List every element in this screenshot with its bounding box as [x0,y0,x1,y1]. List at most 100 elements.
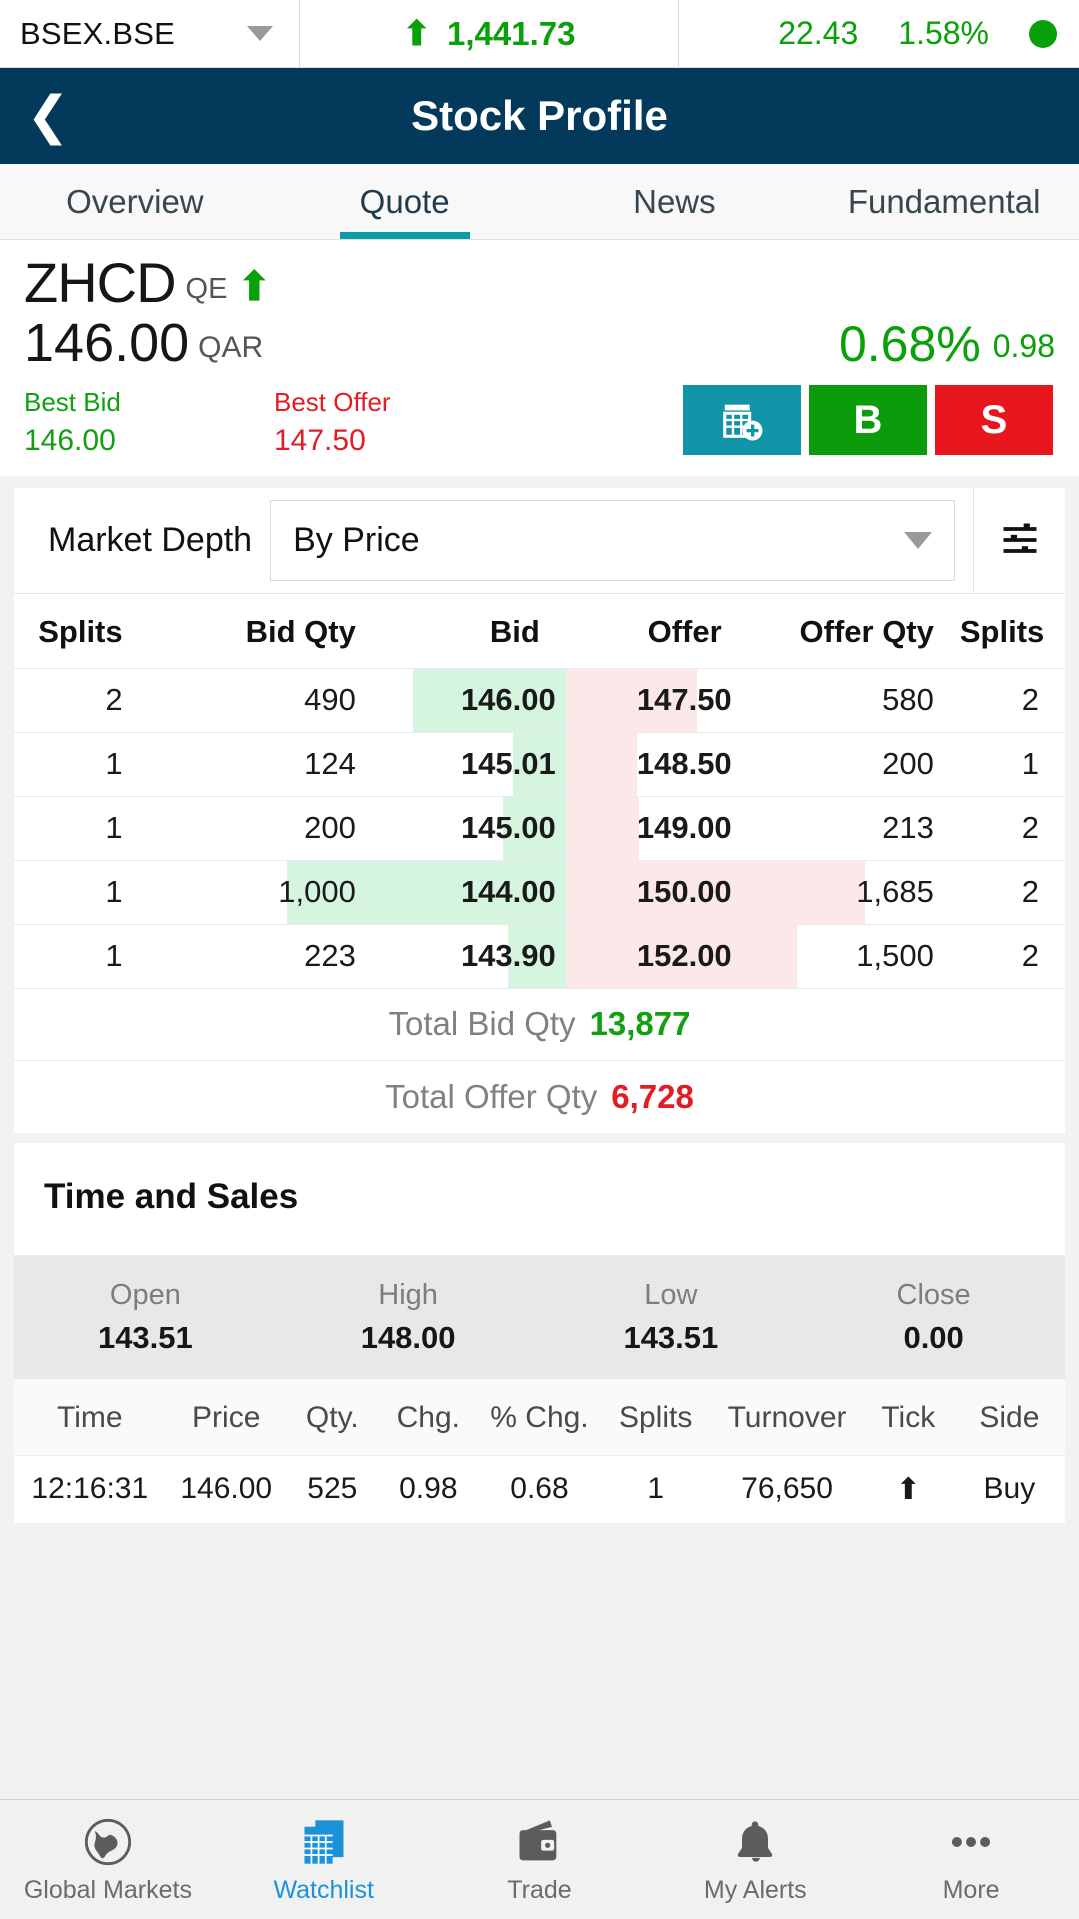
index-selector[interactable]: BSEX.BSE [0,0,300,67]
add-to-watchlist-icon [723,405,763,441]
bell-icon [729,1814,781,1870]
total-bid-label: Total Bid Qty [388,1005,576,1043]
cell-bid-price: 146.00 [381,668,566,733]
best-bid-block: Best Bid 146.00 [24,385,274,459]
chevron-down-icon [904,531,932,549]
col-time: Time [14,1378,166,1456]
col-bid: Bid [381,593,566,669]
total-offer-label: Total Offer Qty [385,1077,598,1115]
add-to-watchlist-button[interactable] [683,385,801,456]
market-depth-row[interactable]: 1 223 143.90 152.00 1,500 2 [14,924,1065,989]
market-depth-row[interactable]: 1 1,000 144.00 150.00 1,685 2 [14,860,1065,925]
cell-bid-price: 145.00 [381,796,566,861]
index-ticker-bar: BSEX.BSE ⬆ 1,441.73 22.43 1.58% [0,0,1079,68]
cell-bid-qty: 1,000 [150,860,382,925]
col-qty: Qty. [286,1378,378,1456]
trade-row[interactable]: 12:16:31 146.00 525 0.98 0.68 1 76,650 ⬆ Buy [14,1455,1065,1523]
col-price: Price [165,1378,287,1456]
symbol-row: ZHCD QE ⬆ [24,253,1055,313]
stock-profile-screen: BSEX.BSE ⬆ 1,441.73 22.43 1.58% ❮ Stock … [0,0,1079,1919]
market-depth-table: Splits Bid Qty Bid Offer Offer Qty Split… [14,593,1065,989]
ohlc-open-label: Open [109,1278,181,1311]
ohlc-high: High 148.00 [277,1256,540,1379]
market-depth-title: Market Depth [48,520,253,559]
content-scroll-area[interactable]: Market Depth By Price Splits Bid Qty Bid… [0,475,1079,1799]
cell-bid-qty: 124 [150,732,382,797]
cell-trade-tick: ⬆ [895,1472,921,1506]
cell-bid-splits: 1 [14,924,151,989]
sell-button[interactable]: S [935,385,1053,456]
nav-item-my-alerts[interactable]: My Alerts [647,1814,863,1905]
col-bid-qty: Bid Qty [150,593,382,669]
cell-offer-splits: 1 [959,732,1065,797]
cell-trade-chg: 0.98 [399,1472,458,1506]
nav-label-more: More [942,1876,1000,1904]
col-offer: Offer [565,593,750,669]
col-side: Side [953,1378,1065,1456]
nav-item-more[interactable]: More [863,1814,1079,1905]
cell-trade-pct-chg: 0.68 [510,1472,569,1506]
index-change: 22.43 [778,15,859,51]
market-depth-view-value: By Price [293,520,420,559]
cell-bid-splits: 2 [14,668,151,733]
market-depth-row[interactable]: 1 124 145.01 148.50 200 1 [14,732,1065,797]
cell-offer-splits: 2 [959,924,1065,989]
trades-header-row: Time Price Qty. Chg. % Chg. Splits Turno… [14,1378,1065,1456]
total-offer-row: Total Offer Qty 6,728 [14,1061,1065,1133]
market-status-dot-icon [1029,19,1057,48]
market-depth-row[interactable]: 2 490 146.00 147.50 580 2 [14,668,1065,733]
cell-offer-qty: 1,685 [749,860,960,925]
tab-quote[interactable]: Quote [270,164,540,239]
wallet-icon [513,1814,565,1870]
cell-offer-qty: 580 [749,668,960,733]
cell-bid-qty: 223 [150,924,382,989]
col-chg: Chg. [377,1378,479,1456]
arrow-up-icon: ⬆ [237,264,271,309]
best-bid-value: 146.00 [24,423,116,457]
cell-offer-price: 152.00 [565,924,750,989]
watchlist-icon [298,1814,350,1870]
ellipsis-icon [945,1814,997,1870]
page-title: Stock Profile [411,92,668,139]
buy-button[interactable]: B [809,385,927,456]
time-and-sales-card: Time and Sales Open 143.51 High 148.00 L… [14,1142,1065,1523]
cell-trade-time: 12:16:31 [31,1472,149,1506]
cell-offer-splits: 2 [959,668,1065,733]
cell-offer-price: 148.50 [565,732,750,797]
ohlc-open-value: 143.51 [97,1320,193,1356]
nav-label-my-alerts: My Alerts [703,1876,807,1904]
cell-offer-qty: 1,500 [749,924,960,989]
best-bid-offer-row: Best Bid 146.00 Best Offer 147.50 B S [24,385,1055,459]
quote-summary: ZHCD QE ⬆ 146.00 QAR 0.68% 0.98 Best Bid… [0,240,1079,476]
market-depth-row[interactable]: 1 200 145.00 149.00 213 2 [14,796,1065,861]
index-value-group: ⬆ 1,441.73 [300,0,679,67]
sliders-settings-icon [1003,523,1036,553]
nav-item-trade[interactable]: Trade [432,1814,648,1905]
col-offer-splits: Splits [959,593,1065,669]
index-value: 1,441.73 [447,14,576,52]
cell-bid-splits: 1 [14,732,151,797]
app-header: ❮ Stock Profile [0,68,1079,164]
bottom-navigation: Global Markets Watchlist Trade My Alerts… [0,1799,1079,1919]
cell-offer-price: 149.00 [565,796,750,861]
market-depth-settings-button[interactable] [973,487,1065,593]
ohlc-high-label: High [378,1278,438,1311]
tab-overview[interactable]: Overview [0,164,270,239]
trades-body: 12:16:31 146.00 525 0.98 0.68 1 76,650 ⬆ Buy [14,1455,1065,1523]
ohlc-close-value: 0.00 [903,1320,964,1356]
action-buttons: B S [683,385,1055,456]
chevron-down-icon[interactable] [247,26,273,41]
tab-fundamental[interactable]: Fundamental [809,164,1079,239]
cell-bid-price: 143.90 [381,924,566,989]
nav-item-global-markets[interactable]: Global Markets [0,1814,216,1905]
best-offer-block: Best Offer 147.50 [274,385,524,459]
cell-bid-price: 144.00 [381,860,566,925]
col-pct-chg: % Chg. [478,1378,601,1456]
market-depth-view-select[interactable]: By Price [270,499,955,581]
tab-news[interactable]: News [540,164,810,239]
cell-offer-qty: 213 [749,796,960,861]
cell-bid-qty: 490 [150,668,382,733]
nav-item-watchlist[interactable]: Watchlist [216,1814,432,1905]
back-button[interactable]: ❮ [0,90,96,142]
price-row: 146.00 QAR 0.68% 0.98 [24,315,1055,372]
